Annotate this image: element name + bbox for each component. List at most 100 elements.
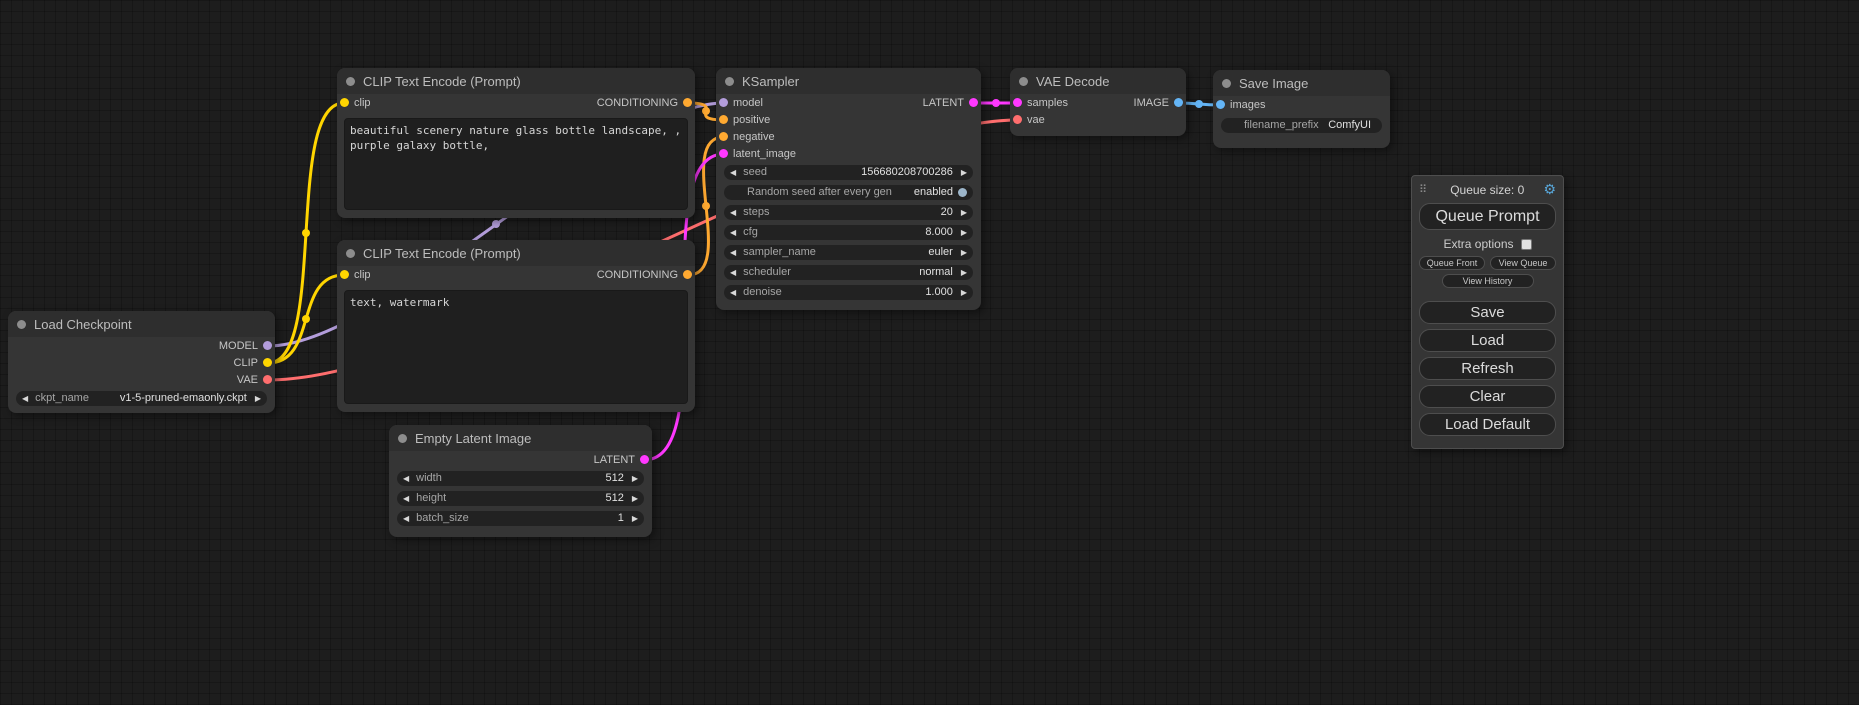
- widget-random-seed-toggle[interactable]: Random seed after every gen enabled: [724, 185, 973, 200]
- input-port-positive[interactable]: [719, 115, 728, 124]
- node-title: CLIP Text Encode (Prompt): [363, 246, 521, 261]
- input-port-negative[interactable]: [719, 132, 728, 141]
- increment-arrow-icon[interactable]: ▶: [961, 285, 967, 300]
- output-port-conditioning[interactable]: [683, 270, 692, 279]
- load-button[interactable]: Load: [1419, 329, 1556, 352]
- settings-gear-icon[interactable]: ⚙: [1543, 181, 1556, 198]
- collapse-dot[interactable]: [346, 249, 355, 258]
- node-title-bar[interactable]: CLIP Text Encode (Prompt): [337, 240, 695, 266]
- view-queue-button[interactable]: View Queue: [1490, 256, 1556, 270]
- queue-front-button[interactable]: Queue Front: [1419, 256, 1485, 270]
- collapse-dot[interactable]: [346, 77, 355, 86]
- extra-options-checkbox[interactable]: [1521, 239, 1532, 250]
- output-port-conditioning[interactable]: [683, 98, 692, 107]
- collapse-dot[interactable]: [1019, 77, 1028, 86]
- decrement-arrow-icon[interactable]: ◀: [730, 265, 736, 280]
- increment-arrow-icon[interactable]: ▶: [961, 205, 967, 220]
- increment-arrow-icon[interactable]: ▶: [255, 391, 261, 406]
- widget-value: normal: [799, 265, 953, 280]
- widget-sampler-name[interactable]: ◀ sampler_name euler ▶: [724, 245, 973, 260]
- drag-handle-icon[interactable]: ⠿: [1419, 183, 1427, 196]
- widget-width[interactable]: ◀ width 512 ▶: [397, 471, 644, 486]
- node-clip-text-encode-negative[interactable]: CLIP Text Encode (Prompt) clip CONDITION…: [337, 240, 695, 412]
- node-empty-latent-image[interactable]: Empty Latent Image LATENT ◀ width 512 ▶ …: [389, 425, 652, 537]
- node-title-bar[interactable]: KSampler: [716, 68, 981, 94]
- view-history-button[interactable]: View History: [1442, 274, 1534, 288]
- widget-filename-prefix[interactable]: filename_prefix ComfyUI: [1221, 118, 1382, 133]
- queue-prompt-button[interactable]: Queue Prompt: [1419, 203, 1556, 230]
- widget-label: width: [416, 471, 442, 486]
- clear-button[interactable]: Clear: [1419, 385, 1556, 408]
- extra-options-row: Extra options: [1419, 237, 1556, 251]
- node-title-bar[interactable]: Empty Latent Image: [389, 425, 652, 451]
- node-load-checkpoint[interactable]: Load Checkpoint MODEL CLIP VAE ◀ ckpt_na…: [8, 311, 275, 413]
- decrement-arrow-icon[interactable]: ◀: [730, 285, 736, 300]
- widget-scheduler[interactable]: ◀ scheduler normal ▶: [724, 265, 973, 280]
- node-title: VAE Decode: [1036, 74, 1109, 89]
- node-title-bar[interactable]: VAE Decode: [1010, 68, 1186, 94]
- output-port-vae[interactable]: [263, 375, 272, 384]
- widget-label: sampler_name: [743, 245, 816, 260]
- widget-value: 512: [454, 491, 624, 506]
- decrement-arrow-icon[interactable]: ◀: [730, 205, 736, 220]
- input-port-latent-image[interactable]: [719, 149, 728, 158]
- widget-batch-size[interactable]: ◀ batch_size 1 ▶: [397, 511, 644, 526]
- save-button[interactable]: Save: [1419, 301, 1556, 324]
- widget-seed[interactable]: ◀ seed 156680208700286 ▶: [724, 165, 973, 180]
- output-slot-vae: VAE: [8, 371, 275, 388]
- node-ksampler[interactable]: KSampler model positive negative latent_…: [716, 68, 981, 310]
- collapse-dot[interactable]: [725, 77, 734, 86]
- collapse-dot[interactable]: [1222, 79, 1231, 88]
- decrement-arrow-icon[interactable]: ◀: [730, 165, 736, 180]
- increment-arrow-icon[interactable]: ▶: [961, 265, 967, 280]
- output-port-latent[interactable]: [640, 455, 649, 464]
- wire-midpoint-dot: [302, 315, 310, 323]
- widget-label: filename_prefix: [1244, 118, 1319, 133]
- increment-arrow-icon[interactable]: ▶: [632, 511, 638, 526]
- refresh-button[interactable]: Refresh: [1419, 357, 1556, 380]
- node-clip-text-encode-positive[interactable]: CLIP Text Encode (Prompt) clip CONDITION…: [337, 68, 695, 218]
- widget-value: ComfyUI: [1327, 118, 1371, 133]
- load-default-button[interactable]: Load Default: [1419, 413, 1556, 436]
- input-port-vae[interactable]: [1013, 115, 1022, 124]
- widget-cfg[interactable]: ◀ cfg 8.000 ▶: [724, 225, 973, 240]
- widget-value: 1: [477, 511, 624, 526]
- output-port-latent[interactable]: [969, 98, 978, 107]
- toggle-dot-icon[interactable]: [958, 188, 967, 197]
- output-port-clip[interactable]: [263, 358, 272, 367]
- collapse-dot[interactable]: [398, 434, 407, 443]
- widget-value: 156680208700286: [775, 165, 953, 180]
- positive-prompt-textarea[interactable]: beautiful scenery nature glass bottle la…: [344, 118, 688, 210]
- increment-arrow-icon[interactable]: ▶: [632, 491, 638, 506]
- input-slot-positive: positive: [716, 111, 981, 128]
- node-title-bar[interactable]: CLIP Text Encode (Prompt): [337, 68, 695, 94]
- node-vae-decode[interactable]: VAE Decode samples vae IMAGE: [1010, 68, 1186, 136]
- node-title-bar[interactable]: Load Checkpoint: [8, 311, 275, 337]
- node-save-image[interactable]: Save Image images filename_prefix ComfyU…: [1213, 70, 1390, 148]
- widget-steps[interactable]: ◀ steps 20 ▶: [724, 205, 973, 220]
- widget-label: steps: [743, 205, 769, 220]
- increment-arrow-icon[interactable]: ▶: [961, 245, 967, 260]
- node-graph-canvas[interactable]: Load Checkpoint MODEL CLIP VAE ◀ ckpt_na…: [0, 0, 1859, 705]
- increment-arrow-icon[interactable]: ▶: [961, 165, 967, 180]
- output-port-image[interactable]: [1174, 98, 1183, 107]
- widget-height[interactable]: ◀ height 512 ▶: [397, 491, 644, 506]
- output-label: CONDITIONING: [597, 97, 678, 109]
- decrement-arrow-icon[interactable]: ◀: [403, 471, 409, 486]
- input-port-images[interactable]: [1216, 100, 1225, 109]
- node-title-bar[interactable]: Save Image: [1213, 70, 1390, 96]
- negative-prompt-textarea[interactable]: text, watermark: [344, 290, 688, 404]
- decrement-arrow-icon[interactable]: ◀: [730, 225, 736, 240]
- widget-ckpt-name[interactable]: ◀ ckpt_name v1-5-pruned-emaonly.ckpt ▶: [16, 391, 267, 406]
- decrement-arrow-icon[interactable]: ◀: [730, 245, 736, 260]
- widget-label: scheduler: [743, 265, 791, 280]
- collapse-dot[interactable]: [17, 320, 26, 329]
- input-label: images: [1230, 99, 1265, 111]
- decrement-arrow-icon[interactable]: ◀: [403, 511, 409, 526]
- increment-arrow-icon[interactable]: ▶: [632, 471, 638, 486]
- decrement-arrow-icon[interactable]: ◀: [22, 391, 28, 406]
- decrement-arrow-icon[interactable]: ◀: [403, 491, 409, 506]
- increment-arrow-icon[interactable]: ▶: [961, 225, 967, 240]
- output-port-model[interactable]: [263, 341, 272, 350]
- widget-denoise[interactable]: ◀ denoise 1.000 ▶: [724, 285, 973, 300]
